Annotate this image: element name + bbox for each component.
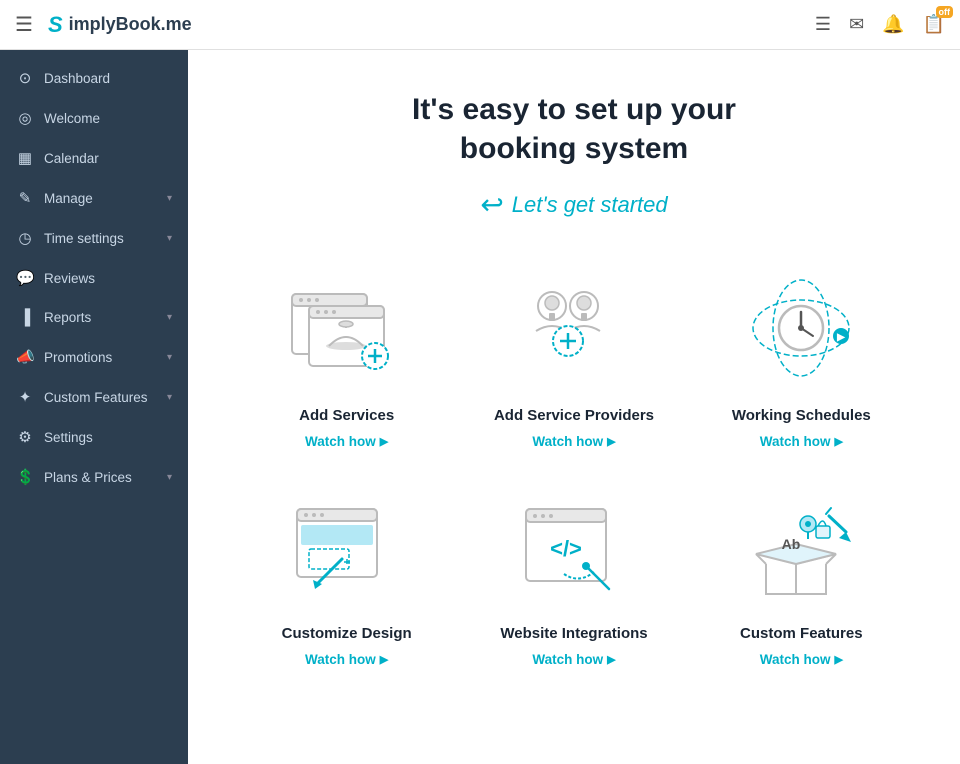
- email-icon[interactable]: ✉: [849, 14, 864, 35]
- working-schedules-icon: ▶: [731, 271, 871, 391]
- menu-icon[interactable]: ☰: [815, 14, 831, 35]
- website-integrations-watch-label: Watch how: [532, 652, 603, 667]
- feature-card-add-services: Add Services Watch how ▶: [248, 271, 445, 449]
- calendar-icon: ▦: [16, 149, 34, 167]
- sidebar-item-welcome[interactable]: ◎ Welcome: [0, 98, 188, 138]
- sidebar-label-reviews: Reviews: [44, 271, 95, 286]
- custom-features-chevron: ▾: [167, 392, 172, 403]
- customize-design-watch-label: Watch how: [305, 652, 376, 667]
- working-schedules-play-arrow: ▶: [834, 435, 842, 448]
- customize-design-icon: [277, 489, 417, 609]
- main-content: It's easy to set up your booking system …: [188, 50, 960, 764]
- sidebar-label-promotions: Promotions: [44, 350, 112, 365]
- sidebar-item-dashboard[interactable]: ⊙ Dashboard: [0, 58, 188, 98]
- logo: SimplyBook.me: [48, 12, 192, 38]
- add-services-icon: [277, 271, 417, 391]
- page-title: It's easy to set up your booking system: [248, 90, 900, 168]
- bell-icon[interactable]: 🔔: [882, 14, 904, 35]
- settings-icon: ⚙: [16, 428, 34, 446]
- off-badge: off: [936, 6, 954, 18]
- svg-text:</>: </>: [550, 536, 582, 561]
- working-schedules-watch-how[interactable]: Watch how ▶: [760, 434, 843, 449]
- arrow-icon: ↩: [480, 188, 503, 221]
- feature-card-website-integrations: </> Website Integrations Watch how ▶: [475, 489, 672, 667]
- add-services-play-arrow: ▶: [380, 435, 388, 448]
- sidebar-item-reports[interactable]: ▐ Reports ▾: [0, 298, 188, 337]
- custom-features-play-arrow: ▶: [834, 653, 842, 666]
- website-integrations-play-arrow: ▶: [607, 653, 615, 666]
- sidebar-item-reviews[interactable]: 💬 Reviews: [0, 258, 188, 298]
- svg-text:Ab: Ab: [782, 536, 801, 552]
- sidebar-label-time-settings: Time settings: [44, 231, 124, 246]
- manage-icon: ✎: [16, 189, 34, 207]
- website-integrations-watch-how[interactable]: Watch how ▶: [532, 652, 615, 667]
- sidebar-label-settings: Settings: [44, 430, 93, 445]
- plans-prices-icon: 💲: [16, 468, 34, 486]
- feature-card-custom-features: Ab Custom Features Watch how ▶: [703, 489, 900, 667]
- add-services-watch-how[interactable]: Watch how ▶: [305, 434, 388, 449]
- main-layout: ⊙ Dashboard ◎ Welcome ▦ Calendar ✎ Manag…: [0, 50, 960, 764]
- off-badge-icon[interactable]: 📋 off: [923, 14, 945, 35]
- promotions-icon: 📣: [16, 348, 34, 366]
- promotions-chevron: ▾: [167, 352, 172, 363]
- sidebar-item-calendar[interactable]: ▦ Calendar: [0, 138, 188, 178]
- page-title-line2: booking system: [460, 132, 688, 165]
- feature-card-add-service-providers: Add Service Providers Watch how ▶: [475, 271, 672, 449]
- customize-design-watch-how[interactable]: Watch how ▶: [305, 652, 388, 667]
- add-service-providers-watch-label: Watch how: [532, 434, 603, 449]
- welcome-icon: ◎: [16, 109, 34, 127]
- sidebar-label-custom-features: Custom Features: [44, 390, 148, 405]
- manage-chevron: ▾: [167, 193, 172, 204]
- sidebar-item-promotions[interactable]: 📣 Promotions ▾: [0, 337, 188, 377]
- header-icons: ☰ ✉ 🔔 📋 off: [815, 14, 945, 35]
- reports-icon: ▐: [16, 309, 34, 326]
- sidebar-item-custom-features[interactable]: ✦ Custom Features ▾: [0, 377, 188, 417]
- custom-features-icon-wrap: Ab: [731, 489, 871, 609]
- sidebar-label-welcome: Welcome: [44, 111, 100, 126]
- website-integrations-title: Website Integrations: [500, 625, 647, 642]
- custom-features-title: Custom Features: [740, 625, 863, 642]
- working-schedules-watch-label: Watch how: [760, 434, 831, 449]
- time-settings-chevron: ▾: [167, 233, 172, 244]
- add-services-title: Add Services: [299, 407, 394, 424]
- subtitle: Let's get started: [512, 192, 668, 218]
- dashboard-icon: ⊙: [16, 69, 34, 87]
- working-schedules-title: Working Schedules: [732, 407, 871, 424]
- time-settings-icon: ◷: [16, 229, 34, 247]
- customize-design-title: Customize Design: [282, 625, 412, 642]
- sidebar-item-manage[interactable]: ✎ Manage ▾: [0, 178, 188, 218]
- plans-prices-chevron: ▾: [167, 472, 172, 483]
- sidebar: ⊙ Dashboard ◎ Welcome ▦ Calendar ✎ Manag…: [0, 50, 188, 764]
- page-title-line1: It's easy to set up your: [412, 93, 736, 126]
- sidebar-label-plans-prices: Plans & Prices: [44, 470, 132, 485]
- subtitle-wrap: ↩ Let's get started: [248, 188, 900, 221]
- add-service-providers-title: Add Service Providers: [494, 407, 654, 424]
- sidebar-item-time-settings[interactable]: ◷ Time settings ▾: [0, 218, 188, 258]
- custom-features-watch-how[interactable]: Watch how ▶: [760, 652, 843, 667]
- add-service-providers-play-arrow: ▶: [607, 435, 615, 448]
- add-service-providers-watch-how[interactable]: Watch how ▶: [532, 434, 615, 449]
- feature-grid: Add Services Watch how ▶: [248, 271, 900, 667]
- website-integrations-icon: </>: [504, 489, 644, 609]
- sidebar-label-manage: Manage: [44, 191, 93, 206]
- add-service-providers-icon: [504, 271, 644, 391]
- custom-features-watch-label: Watch how: [760, 652, 831, 667]
- header: ☰ SimplyBook.me ☰ ✉ 🔔 📋 off: [0, 0, 960, 50]
- logo-text: implyBook.me: [69, 14, 192, 35]
- hamburger-icon[interactable]: ☰: [15, 12, 33, 37]
- custom-features-icon: ✦: [16, 388, 34, 406]
- sidebar-item-settings[interactable]: ⚙ Settings: [0, 417, 188, 457]
- sidebar-label-calendar: Calendar: [44, 151, 99, 166]
- feature-card-working-schedules: ▶ Working Schedules Watch how ▶: [703, 271, 900, 449]
- sidebar-item-plans-prices[interactable]: 💲 Plans & Prices ▾: [0, 457, 188, 497]
- feature-card-customize-design: Customize Design Watch how ▶: [248, 489, 445, 667]
- logo-s: S: [48, 12, 63, 38]
- add-services-watch-label: Watch how: [305, 434, 376, 449]
- sidebar-label-dashboard: Dashboard: [44, 71, 110, 86]
- svg-text:▶: ▶: [836, 332, 846, 343]
- reports-chevron: ▾: [167, 312, 172, 323]
- sidebar-label-reports: Reports: [44, 310, 91, 325]
- reviews-icon: 💬: [16, 269, 34, 287]
- customize-design-play-arrow: ▶: [380, 653, 388, 666]
